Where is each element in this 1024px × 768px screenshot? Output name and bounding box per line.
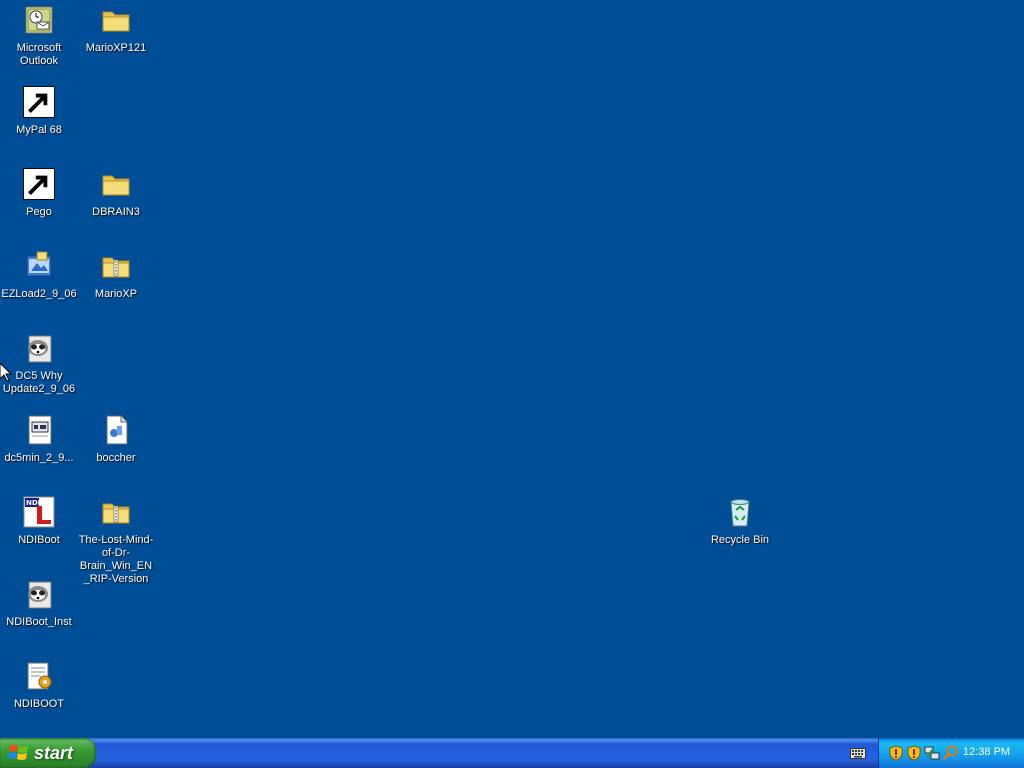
desktop-icon-label: DBRAIN3 [92,206,140,218]
raccoon-installer-icon [23,578,55,610]
zip-folder-icon [100,250,132,282]
desktop-icon-ndiboot-inst[interactable]: NDIBoot_Inst [0,576,78,629]
zip-folder-icon [100,496,132,528]
desktop-icon-label: MarioXP [94,288,138,300]
desktop-icon-dbrain3[interactable]: DBRAIN3 [77,166,155,219]
mouse-cursor-icon [0,363,12,382]
desktop-icon-mypal-68[interactable]: MyPal 68 [0,84,78,137]
outlook-icon [23,4,55,36]
start-button[interactable]: start [0,738,96,768]
desktop-icon-label: DC5 Why Update2_9_06 [2,370,76,395]
clock[interactable]: 12:38 PM [963,746,1010,758]
desktop-icon-dc5min[interactable]: dc5min_2_9... [0,412,78,465]
keyboard-icon[interactable] [850,746,866,760]
desktop-icon-label: EZLoad2_9_06 [1,288,77,300]
folder-icon [100,4,132,36]
desktop-icon-label: Recycle Bin [710,534,770,546]
desktop-icon-ndiboot-config[interactable]: NDIBOOT [0,658,78,711]
desktop-icon-label: dc5min_2_9... [4,452,74,464]
desktop-icon-label: boccher [96,452,136,464]
shortcut-arrow-icon [23,168,55,200]
folder-icon [100,168,132,200]
desktop-icon-microsoft-outlook[interactable]: Microsoft Outlook [0,2,78,68]
desktop-icon-ndiboot[interactable]: NDI NDIBoot [0,494,78,547]
desktop-icon-label: NDIBoot_Inst [6,616,72,628]
desktop-icon-label: Pego [26,206,52,218]
media-file-icon [100,414,132,446]
shortcut-arrow-icon [23,86,55,118]
desktop-icon-recycle-bin[interactable]: Recycle Bin [701,494,779,547]
document-icon [23,414,55,446]
desktop-icon-marioxp121[interactable]: MarioXP121 [77,2,155,55]
raccoon-icon [23,86,55,118]
search-icon[interactable] [942,745,958,761]
desktop-icon-pego[interactable]: Pego [0,166,78,219]
desktop-icon-label: MarioXP121 [85,42,147,54]
svg-text:NDI: NDI [26,499,40,507]
desktop[interactable]: Microsoft Outlook MarioXP121 MyPal 68 Pe… [0,0,1024,738]
desktop-icon-marioxp[interactable]: MarioXP [77,248,155,301]
settings-file-icon [23,660,55,692]
desktop-icon-label: MyPal 68 [16,124,62,136]
taskbar: start 12:38 PM [0,738,1024,768]
desktop-icon-boccher[interactable]: boccher [77,412,155,465]
raccoon-installer-icon [23,332,55,364]
windows-logo-icon [8,745,28,760]
desktop-icon-ezload2-9-06[interactable]: EZLoad2_9_06 [0,248,78,301]
red-ball-icon [23,168,55,200]
ndi-icon: NDI [23,496,55,528]
installer-icon [23,250,55,282]
system-tray: 12:38 PM [878,738,1024,768]
desktop-icon-label: Microsoft Outlook [16,42,62,67]
desktop-icon-label: NDIBOOT [13,698,65,710]
desktop-icon-label: NDIBoot [18,534,60,546]
start-label: start [34,742,74,763]
desktop-icon-lost-mind-of-dr-brain[interactable]: The-Lost-Mind-of-Dr-Brain_Win_EN_RIP-Ver… [77,494,155,586]
shield-icon[interactable] [906,745,922,761]
shield-icon[interactable] [888,745,904,761]
recycle-bin-icon [724,496,756,528]
network-icon[interactable] [924,745,940,761]
desktop-icon-label: The-Lost-Mind-of-Dr-Brain_Win_EN_RIP-Ver… [78,534,154,585]
